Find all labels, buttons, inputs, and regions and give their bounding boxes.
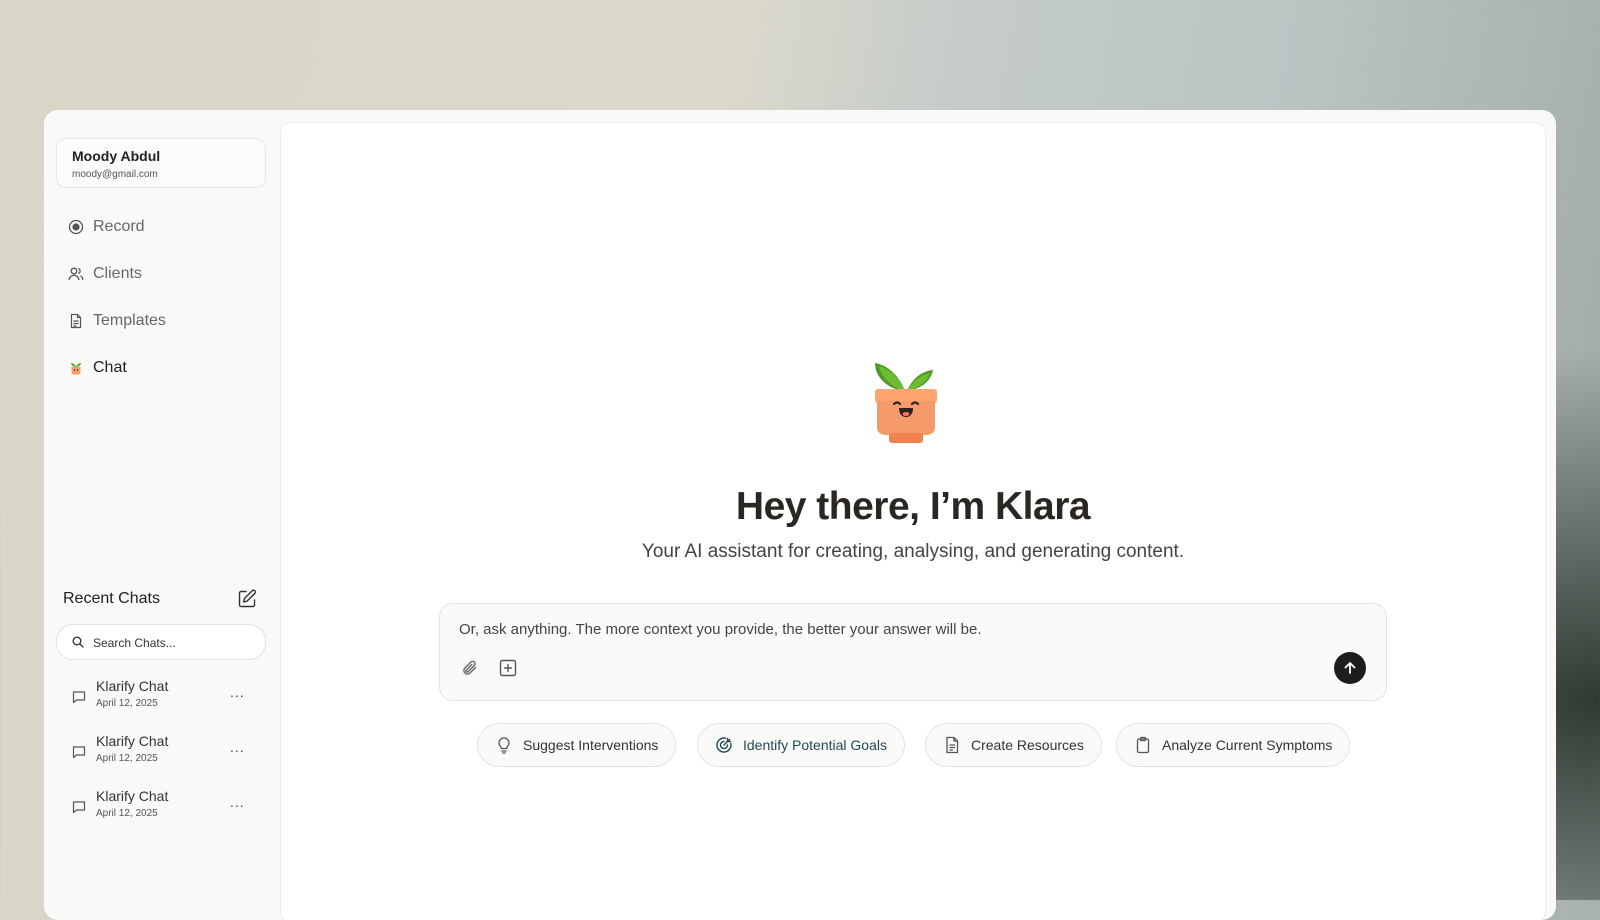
user-card[interactable]: Moody Abdul moody@gmail.com	[56, 138, 266, 188]
users-icon	[68, 266, 84, 282]
attach-icon[interactable]	[458, 656, 482, 680]
chat-bubble-icon	[72, 690, 86, 709]
sidebar-item-label: Clients	[93, 265, 142, 282]
chat-date: April 12, 2025	[96, 808, 158, 819]
chat-date: April 12, 2025	[96, 698, 158, 709]
sidebar-item-templates[interactable]: Templates	[68, 307, 258, 335]
sidebar: Moody Abdul moody@gmail.com Record Clien…	[44, 110, 280, 920]
analyze-current-symptoms-chip[interactable]: Analyze Current Symptoms	[1116, 723, 1351, 767]
chip-label: Analyze Current Symptoms	[1162, 737, 1333, 753]
welcome-subline: Your AI assistant for creating, analysin…	[641, 541, 1185, 562]
identify-potential-goals-chip[interactable]: Identify Potential Goals	[697, 723, 905, 767]
document-icon	[942, 735, 962, 755]
clipboard-icon	[1133, 735, 1153, 755]
chat-title: Klarify Chat	[96, 733, 169, 749]
sidebar-item-label: Templates	[93, 312, 166, 329]
recent-chat-item[interactable]: Klarify Chat April 12, 2025 ...	[64, 788, 260, 828]
plant-mascot-icon	[68, 360, 84, 376]
chip-label: Suggest Interventions	[523, 737, 659, 753]
more-options-icon[interactable]: ...	[230, 794, 245, 810]
more-options-icon[interactable]: ...	[230, 684, 245, 700]
user-email: moody@gmail.com	[72, 169, 158, 180]
chat-bubble-icon	[72, 800, 86, 819]
recent-chats-title: Recent Chats	[63, 590, 160, 607]
search-input[interactable]	[91, 632, 255, 654]
chat-title: Klarify Chat	[96, 788, 169, 804]
recent-chats-header: Recent Chats	[63, 588, 263, 612]
lightbulb-icon	[494, 735, 514, 755]
sidebar-item-record[interactable]: Record	[68, 213, 258, 241]
recent-chat-item[interactable]: Klarify Chat April 12, 2025 ...	[64, 678, 260, 718]
create-resources-chip[interactable]: Create Resources	[925, 723, 1102, 767]
message-input[interactable]	[457, 619, 1341, 647]
suggest-interventions-chip[interactable]: Suggest Interventions	[477, 723, 677, 767]
recent-chat-item[interactable]: Klarify Chat April 12, 2025 ...	[64, 733, 260, 773]
chat-main-panel: Hey there, I’m Klara Your AI assistant f…	[280, 122, 1546, 920]
sidebar-item-label: Record	[93, 218, 145, 235]
message-composer	[439, 603, 1387, 701]
search-icon	[72, 635, 84, 653]
chat-date: April 12, 2025	[96, 753, 158, 764]
document-icon	[68, 313, 84, 329]
user-name: Moody Abdul	[72, 148, 161, 164]
chip-label: Create Resources	[971, 737, 1084, 753]
welcome-headline: Hey there, I’m Klara	[735, 485, 1091, 528]
add-square-icon[interactable]	[496, 656, 520, 680]
klara-mascot-icon	[873, 355, 939, 445]
chat-bubble-icon	[72, 745, 86, 764]
arrow-up-icon	[1344, 662, 1356, 674]
record-icon	[68, 219, 84, 235]
sidebar-item-label: Chat	[93, 359, 127, 376]
target-icon	[714, 735, 734, 755]
search-chats-field[interactable]	[56, 624, 266, 660]
chip-label: Identify Potential Goals	[743, 737, 887, 753]
more-options-icon[interactable]: ...	[230, 739, 245, 755]
sidebar-item-chat[interactable]: Chat	[68, 354, 258, 382]
app-window: Moody Abdul moody@gmail.com Record Clien…	[44, 110, 1556, 920]
new-chat-icon[interactable]	[236, 588, 258, 610]
sidebar-item-clients[interactable]: Clients	[68, 260, 258, 288]
chat-title: Klarify Chat	[96, 678, 169, 694]
send-button[interactable]	[1334, 652, 1366, 684]
